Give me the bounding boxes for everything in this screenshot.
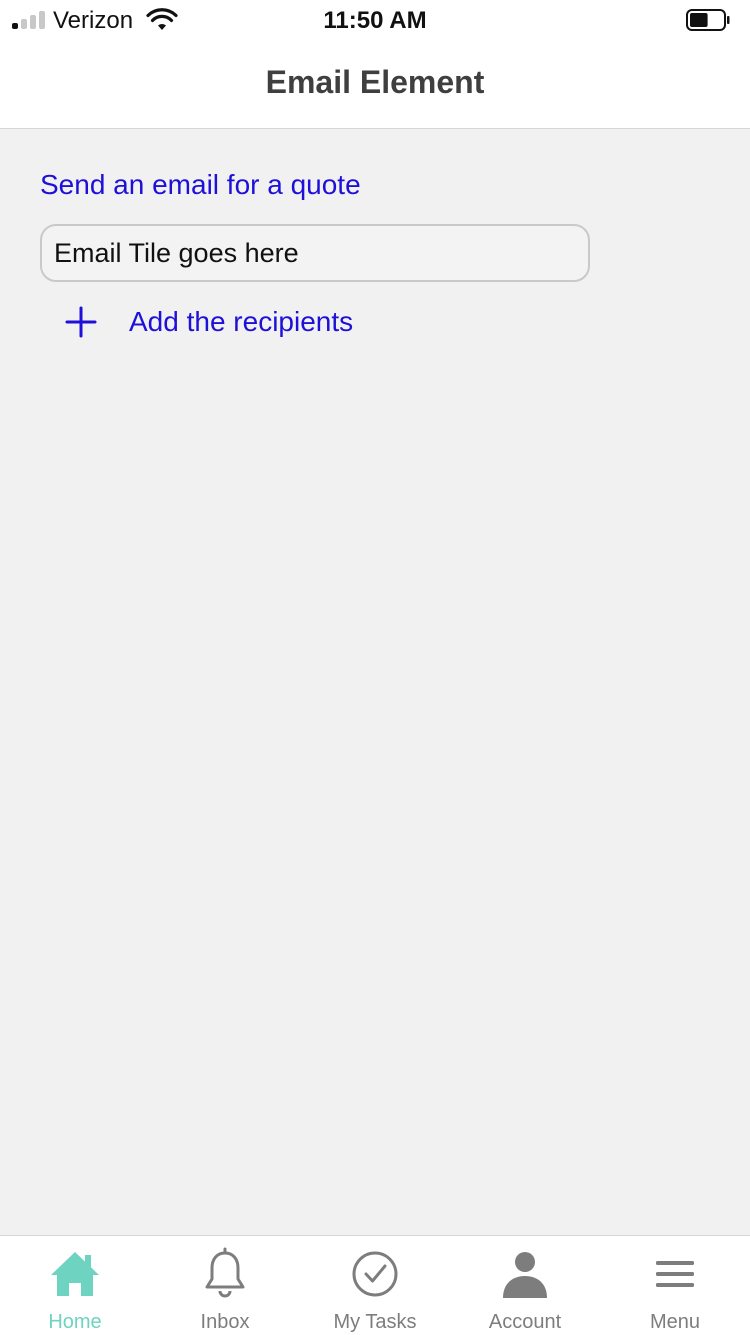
add-recipients-button[interactable]: Add the recipients <box>64 301 353 343</box>
email-title-input[interactable] <box>40 224 590 282</box>
tab-home[interactable]: Home <box>0 1236 150 1335</box>
bell-icon <box>205 1247 245 1298</box>
page-title: Email Element <box>265 64 485 100</box>
tab-account[interactable]: Account <box>450 1236 600 1335</box>
carrier-name: Verizon <box>53 7 134 34</box>
email-element-content: Send an email for a quote Add the recipi… <box>0 129 750 1235</box>
section-title: Send an email for a quote <box>40 169 361 200</box>
tab-menu-label: Menu <box>649 1311 701 1333</box>
add-recipients-label: Add the recipients <box>129 306 354 337</box>
hamburger-menu-icon <box>656 1261 694 1287</box>
battery-icon <box>686 9 730 31</box>
tab-my-tasks-label: My Tasks <box>333 1311 417 1333</box>
tab-inbox[interactable]: Inbox <box>150 1236 300 1335</box>
plus-icon <box>65 306 97 338</box>
tab-inbox-label: Inbox <box>200 1311 250 1333</box>
tab-my-tasks[interactable]: My Tasks <box>300 1236 450 1335</box>
home-icon <box>51 1252 99 1296</box>
navigation-header: Email Element <box>0 40 750 129</box>
status-bar: Verizon 11:50 AM <box>0 0 750 40</box>
tab-account-label: Account <box>488 1311 562 1333</box>
tab-bar: Home Inbox My Tasks Account Menu <box>0 1235 750 1335</box>
wifi-icon <box>146 8 178 30</box>
tab-home-label: Home <box>48 1311 102 1333</box>
check-circle-icon <box>352 1251 398 1297</box>
cellular-signal-icon <box>12 11 46 29</box>
user-icon <box>503 1252 547 1298</box>
tab-menu[interactable]: Menu <box>600 1236 750 1335</box>
